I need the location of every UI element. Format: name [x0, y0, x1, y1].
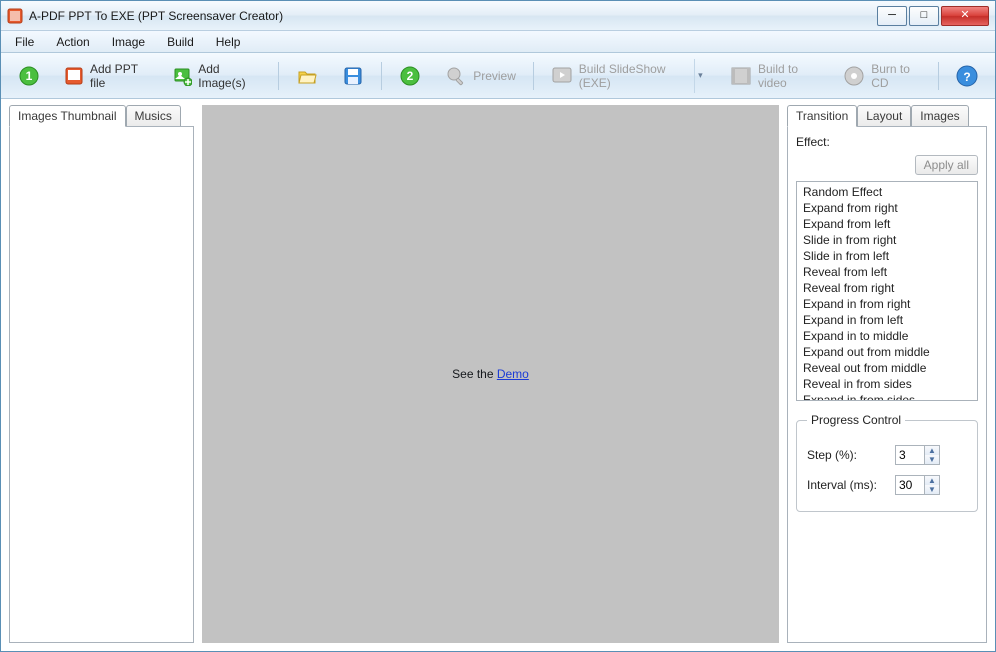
film-icon — [730, 65, 752, 87]
tab-images[interactable]: Images — [911, 105, 968, 127]
minimize-button[interactable]: ─ — [877, 6, 907, 26]
toolbar: 1 Add PPT file Add Image(s) — [1, 53, 995, 99]
effect-item[interactable]: Slide in from left — [799, 248, 975, 264]
effect-item[interactable]: Expand in from right — [799, 296, 975, 312]
add-images-icon — [172, 65, 192, 87]
svg-text:2: 2 — [407, 69, 414, 83]
step2-icon: 2 — [399, 65, 421, 87]
build-slideshow-button[interactable]: Build SlideShow (EXE) ▾ — [542, 59, 715, 93]
demo-prompt: See the Demo — [452, 367, 529, 381]
effect-item[interactable]: Random Effect — [799, 184, 975, 200]
effect-item[interactable]: Expand in from sides — [799, 392, 975, 401]
tab-images-thumbnail[interactable]: Images Thumbnail — [9, 105, 126, 127]
burn-cd-label: Burn to CD — [871, 62, 921, 90]
step1-icon: 1 — [18, 65, 40, 87]
menu-help[interactable]: Help — [206, 33, 251, 51]
effect-item[interactable]: Expand in to middle — [799, 328, 975, 344]
demo-link[interactable]: Demo — [497, 367, 529, 381]
effect-item[interactable]: Expand in from left — [799, 312, 975, 328]
window-title: A-PDF PPT To EXE (PPT Screensaver Creato… — [29, 9, 283, 23]
titlebar: A-PDF PPT To EXE (PPT Screensaver Creato… — [1, 1, 995, 31]
separator — [381, 62, 382, 90]
step-up-button[interactable]: ▲ — [925, 446, 939, 455]
separator — [533, 62, 534, 90]
ppt-icon — [64, 65, 84, 87]
save-icon — [342, 65, 364, 87]
cd-icon — [843, 65, 865, 87]
tab-layout[interactable]: Layout — [857, 105, 911, 127]
burn-cd-button[interactable]: Burn to CD — [834, 59, 930, 93]
magnifier-icon — [445, 65, 467, 87]
separator — [938, 62, 939, 90]
interval-up-button[interactable]: ▲ — [925, 476, 939, 485]
add-images-label: Add Image(s) — [198, 62, 261, 90]
menu-action[interactable]: Action — [46, 33, 99, 51]
client-area: Images Thumbnail Musics See the Demo Tra… — [1, 99, 995, 651]
effect-label: Effect: — [796, 135, 978, 149]
tab-musics[interactable]: Musics — [126, 105, 181, 127]
app-icon — [7, 8, 23, 24]
effect-item[interactable]: Expand from right — [799, 200, 975, 216]
step2-button[interactable]: 2 — [390, 59, 430, 93]
effect-item[interactable]: Expand out from middle — [799, 344, 975, 360]
add-ppt-button[interactable]: Add PPT file — [55, 59, 157, 93]
apply-all-button[interactable]: Apply all — [915, 155, 978, 175]
interval-input[interactable] — [896, 476, 924, 494]
progress-control-group: Progress Control Step (%): ▲ ▼ Interval — [796, 413, 978, 512]
effect-item[interactable]: Reveal out from middle — [799, 360, 975, 376]
build-video-button[interactable]: Build to video — [721, 59, 828, 93]
step1-button[interactable]: 1 — [9, 59, 49, 93]
svg-text:1: 1 — [26, 69, 33, 83]
build-slideshow-label: Build SlideShow (EXE) — [579, 62, 684, 90]
add-ppt-label: Add PPT file — [90, 62, 148, 90]
help-button[interactable]: ? — [947, 59, 987, 93]
step-input[interactable] — [896, 446, 924, 464]
effect-item[interactable]: Slide in from right — [799, 232, 975, 248]
effect-item[interactable]: Reveal in from sides — [799, 376, 975, 392]
chevron-down-icon[interactable]: ▾ — [694, 59, 706, 93]
close-button[interactable]: ✕ — [941, 6, 989, 26]
maximize-button[interactable]: □ — [909, 6, 939, 26]
slideshow-icon — [551, 65, 573, 87]
menu-build[interactable]: Build — [157, 33, 204, 51]
open-folder-button[interactable] — [287, 59, 327, 93]
menu-image[interactable]: Image — [102, 33, 155, 51]
tab-transition[interactable]: Transition — [787, 105, 857, 127]
save-button[interactable] — [333, 59, 373, 93]
progress-control-legend: Progress Control — [807, 413, 905, 427]
right-pane: Transition Layout Images Effect: Apply a… — [787, 105, 987, 643]
add-images-button[interactable]: Add Image(s) — [163, 59, 270, 93]
menubar: File Action Image Build Help — [1, 31, 995, 53]
left-pane: Images Thumbnail Musics — [9, 105, 194, 643]
separator — [278, 62, 279, 90]
step-down-button[interactable]: ▼ — [925, 455, 939, 464]
svg-text:?: ? — [963, 70, 970, 84]
preview-button[interactable]: Preview — [436, 59, 525, 93]
menu-file[interactable]: File — [5, 33, 44, 51]
effect-listbox[interactable]: Random EffectExpand from rightExpand fro… — [796, 181, 978, 401]
effect-item[interactable]: Reveal from left — [799, 264, 975, 280]
preview-label: Preview — [473, 69, 516, 83]
effect-item[interactable]: Expand from left — [799, 216, 975, 232]
interval-label: Interval (ms): — [807, 478, 887, 492]
effect-item[interactable]: Reveal from right — [799, 280, 975, 296]
help-icon: ? — [956, 65, 978, 87]
build-video-label: Build to video — [758, 62, 819, 90]
interval-down-button[interactable]: ▼ — [925, 485, 939, 494]
thumbnail-list[interactable] — [9, 126, 194, 643]
step-label: Step (%): — [807, 448, 887, 462]
folder-open-icon — [296, 65, 318, 87]
preview-canvas: See the Demo — [202, 105, 779, 643]
